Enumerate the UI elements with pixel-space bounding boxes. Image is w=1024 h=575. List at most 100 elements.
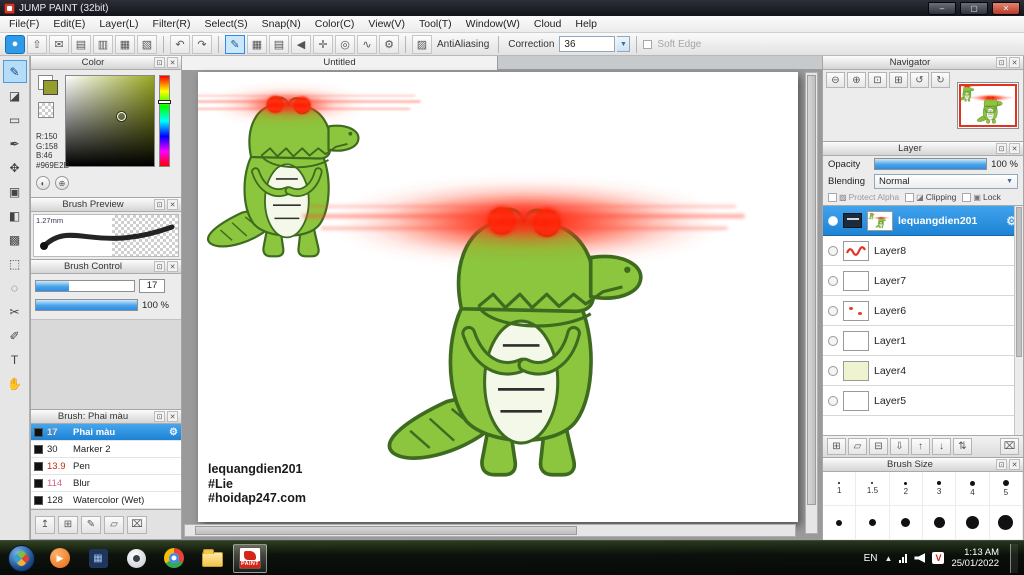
brush-size-option[interactable] (922, 506, 957, 540)
view-grid-button[interactable]: ▦ (115, 34, 135, 54)
lasso-tool[interactable]: ◌ (3, 276, 27, 299)
zoom-out-button[interactable]: ⊖ (826, 72, 845, 88)
hue-slider[interactable] (158, 75, 171, 167)
move-layer-up-button[interactable]: ↑ (911, 438, 930, 455)
menu-window[interactable]: Window(W) (459, 17, 527, 31)
tray-expand-icon[interactable]: ▲ (885, 554, 893, 563)
layer-visibility-toggle[interactable] (828, 335, 838, 346)
crosshair-button[interactable]: ✛ (313, 34, 333, 54)
curve-guide-button[interactable]: ∿ (357, 34, 377, 54)
popout-icon[interactable]: ⊡ (996, 459, 1007, 470)
viewport-marquee[interactable] (959, 84, 1017, 127)
popout-icon[interactable]: ⊡ (154, 411, 165, 422)
foreground-color-swatch[interactable] (43, 80, 58, 95)
camera-button[interactable] (119, 544, 153, 573)
popout-icon[interactable]: ⊡ (996, 143, 1007, 154)
menu-select[interactable]: Select(S) (197, 17, 254, 31)
ellipse-guide-button[interactable]: ◎ (335, 34, 355, 54)
edit-tool[interactable]: ✐ (3, 324, 27, 347)
eraser-tool[interactable]: ◪ (3, 84, 27, 107)
photos-button[interactable]: ▦ (81, 544, 115, 573)
brush-size-slider[interactable] (35, 280, 135, 292)
layer-row[interactable]: Layer4 (823, 356, 1023, 386)
gradient-tool[interactable]: ▩ (3, 228, 27, 251)
zoom-in-button[interactable]: ⊕ (847, 72, 866, 88)
drawing-canvas[interactable]: lequangdien201 #Lie #hoidap247.com (198, 72, 798, 522)
close-icon[interactable]: ✕ (167, 411, 178, 422)
transparent-color-swatch[interactable] (38, 102, 54, 118)
brush-size-option[interactable] (956, 506, 990, 540)
close-icon[interactable]: ✕ (167, 57, 178, 68)
close-icon[interactable]: ✕ (1009, 143, 1020, 154)
undo-button[interactable]: ↶ (170, 34, 190, 54)
brush-size-option[interactable] (856, 506, 890, 540)
layer-visibility-toggle[interactable] (828, 395, 838, 406)
brush-size-option[interactable] (889, 506, 923, 540)
add-brush-button[interactable]: ↥ (35, 515, 55, 534)
move-layer-down-button[interactable]: ↓ (932, 438, 951, 455)
blending-select[interactable]: Normal ▼ (874, 174, 1018, 189)
popout-icon[interactable]: ⊡ (154, 199, 165, 210)
document-tab[interactable]: Untitled (182, 56, 498, 70)
brush-size-value[interactable]: 17 (139, 279, 165, 293)
media-player-button[interactable]: ▶ (43, 544, 77, 573)
clock[interactable]: 1:13 AM 25/01/2022 (951, 547, 999, 570)
view-rows-button[interactable]: ▧ (137, 34, 157, 54)
menu-color[interactable]: Color(C) (308, 17, 362, 31)
redo-button[interactable]: ↷ (192, 34, 212, 54)
brush-size-option[interactable]: 2 (889, 472, 923, 506)
fill-tool[interactable]: ◧ (3, 204, 27, 227)
color-cursor-icon[interactable] (117, 112, 127, 121)
view-single-button[interactable]: ▤ (71, 34, 91, 54)
menu-tool[interactable]: Tool(T) (412, 17, 459, 31)
start-button[interactable] (8, 544, 35, 572)
layer-row[interactable]: Layer5 (823, 386, 1023, 416)
layer-visibility-toggle[interactable] (828, 275, 838, 286)
edit-brush-button[interactable]: ✎ (81, 515, 101, 534)
menu-cloud[interactable]: Cloud (527, 17, 568, 31)
navigator-thumbnail[interactable] (957, 82, 1019, 129)
layer-visibility-toggle[interactable] (828, 305, 838, 316)
ruler-button[interactable]: ▤ (269, 34, 289, 54)
brush-row[interactable]: 114 Blur (31, 475, 181, 492)
menu-filter[interactable]: Filter(R) (146, 17, 198, 31)
layer-row[interactable]: lequangdien201 ⚙ (823, 206, 1023, 236)
shape-tool[interactable]: ▣ (3, 180, 27, 203)
select-tool[interactable]: ⬚ (3, 252, 27, 275)
scissors-tool[interactable]: ✂ (3, 300, 27, 323)
delete-layer-button[interactable]: ⌧ (1000, 438, 1019, 455)
vertical-scrollbar[interactable] (805, 72, 818, 534)
close-button[interactable]: ✕ (992, 1, 1020, 15)
scrollbar-thumb[interactable] (195, 526, 577, 535)
symmetry-button[interactable]: ◀ (291, 34, 311, 54)
duplicate-layer-button[interactable]: ⊟ (869, 438, 888, 455)
scrollbar-thumb[interactable] (1016, 207, 1022, 357)
brush-tool-button[interactable]: ✎ (225, 34, 245, 54)
cloud-button[interactable]: ● (5, 34, 25, 54)
chrome-button[interactable] (157, 544, 191, 573)
layer-row[interactable]: Layer6 (823, 296, 1023, 326)
brush-row[interactable]: 13.9 Pen (31, 458, 181, 475)
brush-row[interactable]: 30 Marker 2 (31, 441, 181, 458)
rotate-right-button[interactable]: ↻ (931, 72, 950, 88)
close-icon[interactable]: ✕ (1009, 57, 1020, 68)
network-icon[interactable] (899, 553, 908, 563)
brush-row[interactable]: 17 Phai màu ⚙ (31, 424, 181, 441)
brush-size-option[interactable]: 3 (922, 472, 957, 506)
language-indicator[interactable]: EN (864, 553, 878, 564)
scrollbar-thumb[interactable] (807, 75, 816, 505)
show-desktop-button[interactable] (1010, 543, 1018, 573)
menu-edit[interactable]: Edit(E) (46, 17, 92, 31)
merge-down-button[interactable]: ⇩ (890, 438, 909, 455)
antialiasing-button[interactable]: ▨ (412, 34, 432, 54)
brush-size-option[interactable] (823, 506, 857, 540)
actual-size-button[interactable]: ⊞ (889, 72, 908, 88)
menu-view[interactable]: View(V) (361, 17, 412, 31)
menu-snap[interactable]: Snap(N) (255, 17, 308, 31)
menu-file[interactable]: File(F) (2, 17, 46, 31)
color-wheel-button[interactable]: ◐ (36, 176, 50, 190)
text-tool[interactable]: T (3, 348, 27, 371)
layer-swap-button[interactable]: ⇅ (953, 438, 972, 455)
layer-list-scrollbar[interactable] (1014, 206, 1023, 435)
move-tool[interactable]: ✥ (3, 156, 27, 179)
